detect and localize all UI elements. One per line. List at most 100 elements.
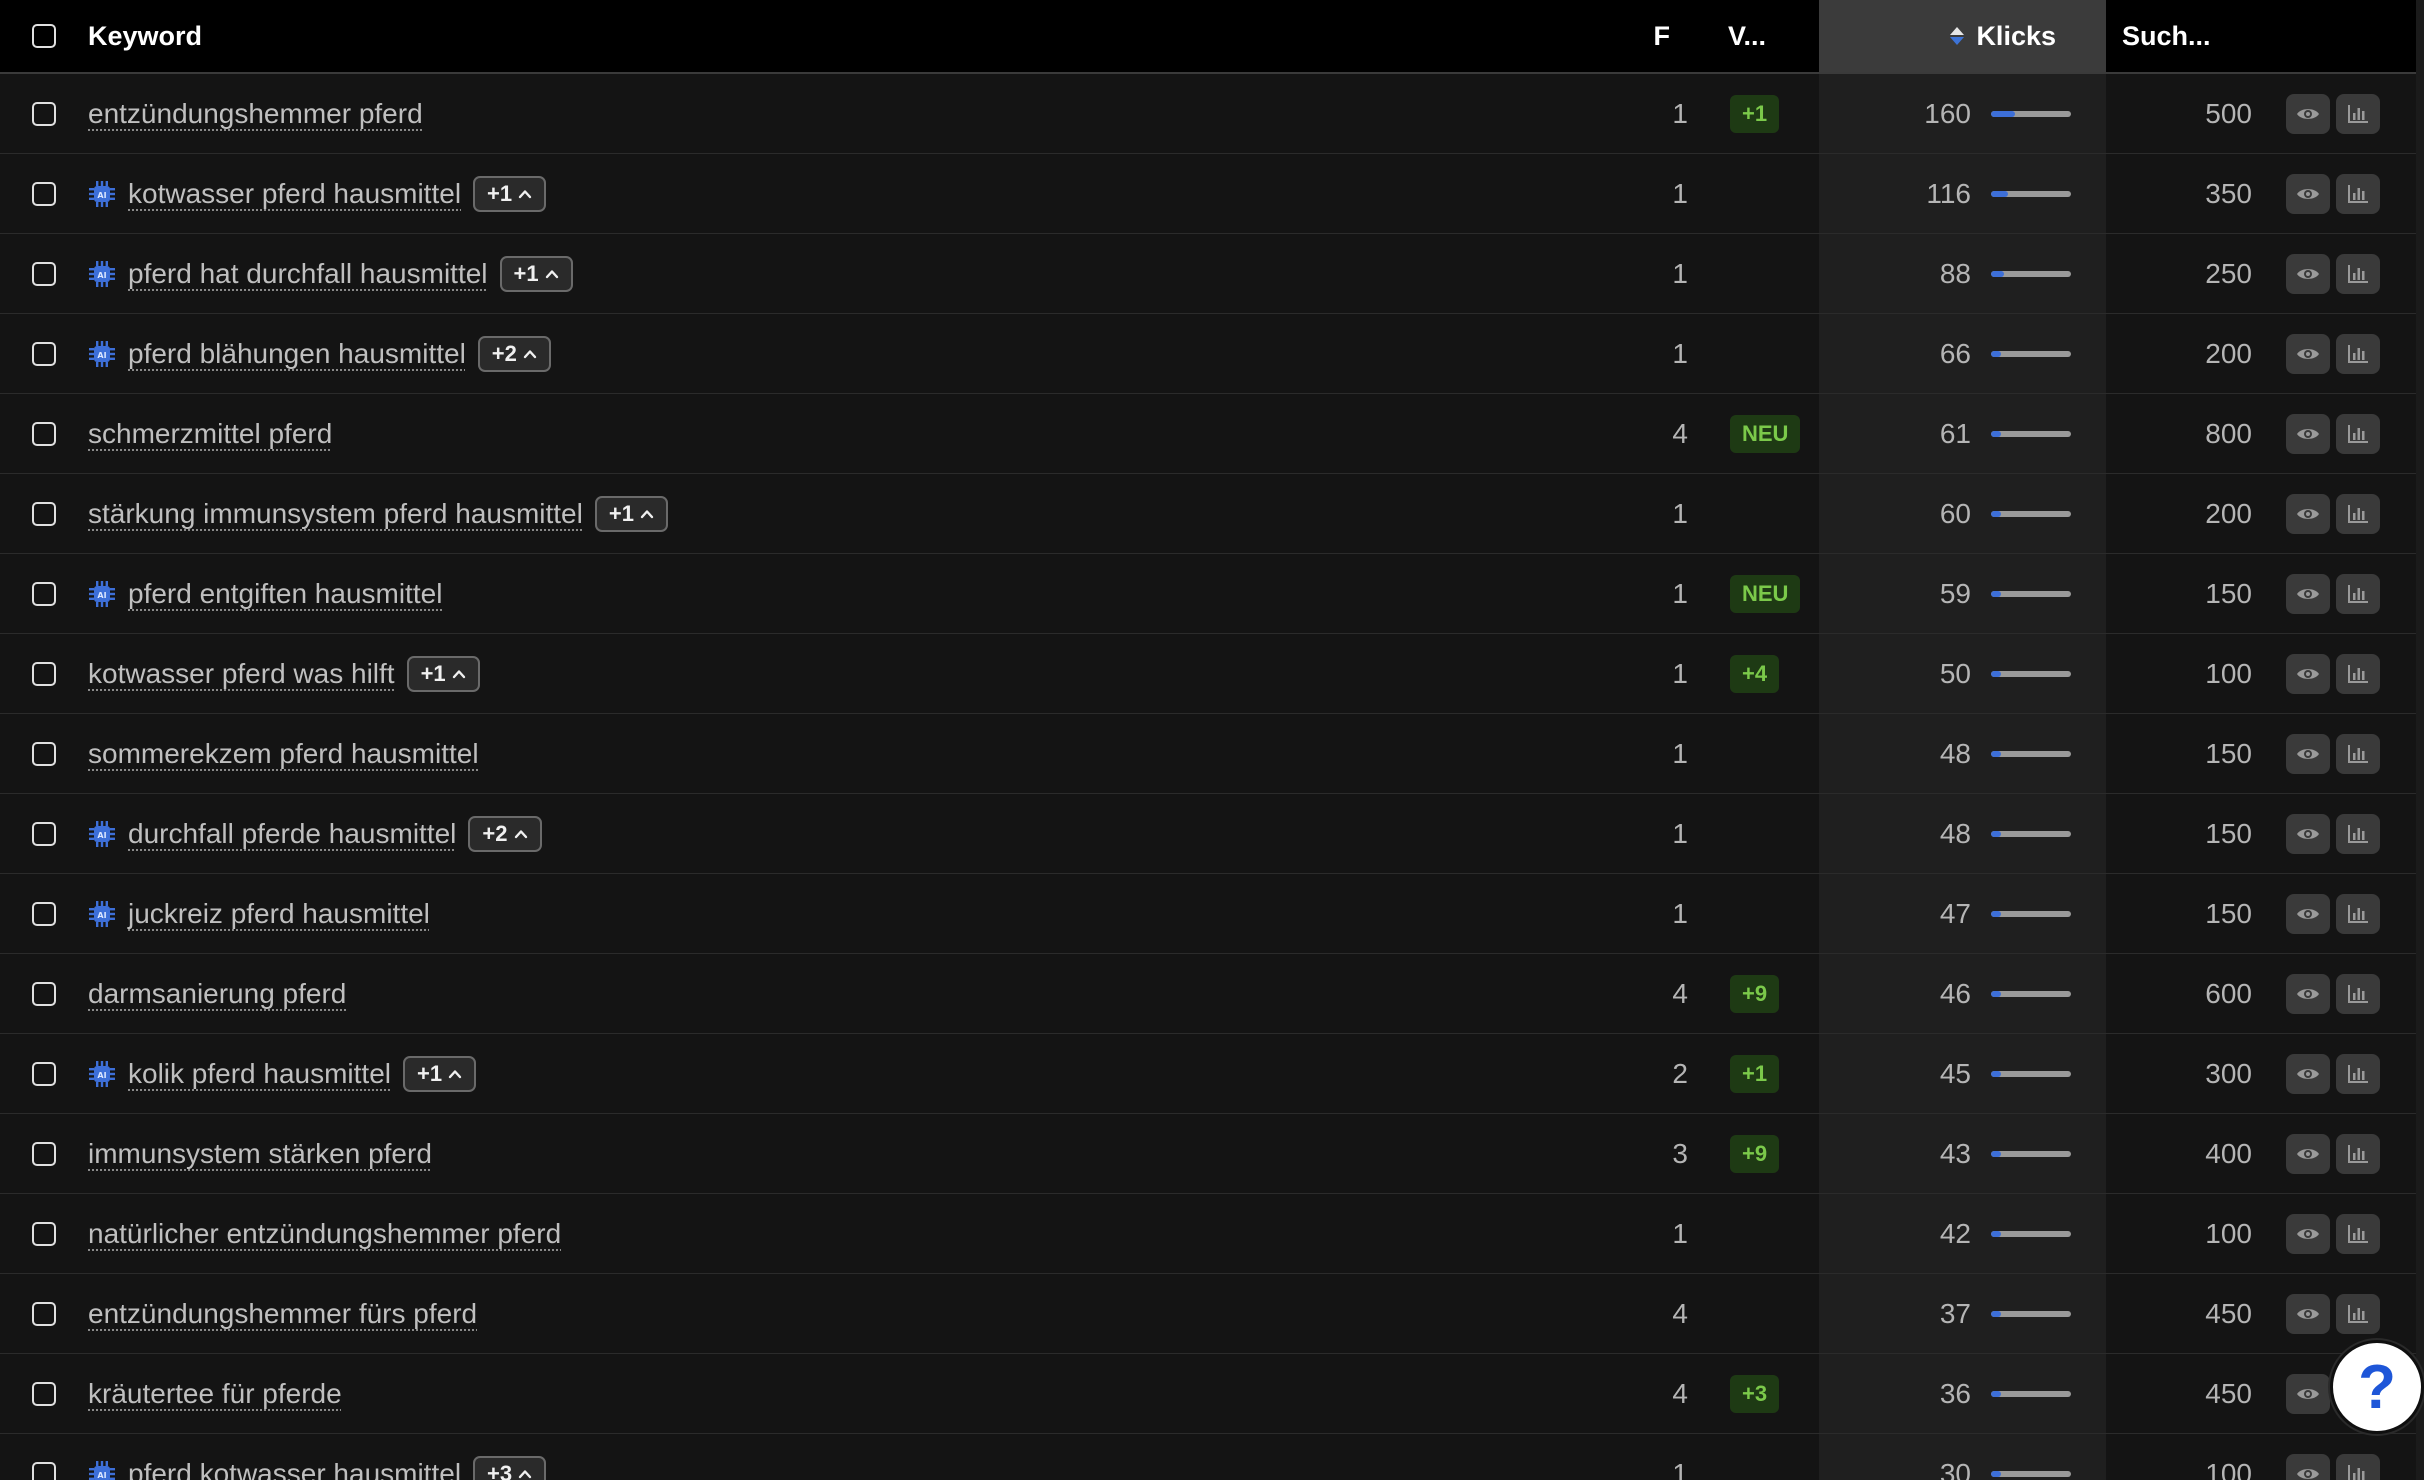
- keyword-link[interactable]: sommerekzem pferd hausmittel: [88, 738, 479, 770]
- table-row[interactable]: AI pferd entgiften hausmittel 1 NEU 59 1…: [0, 554, 2416, 634]
- table-row[interactable]: AI juckreiz pferd hausmittel 1 47 150: [0, 874, 2416, 954]
- header-klicks[interactable]: Klicks: [1819, 0, 2106, 72]
- show-chart-button[interactable]: [2336, 253, 2380, 294]
- keyword-link[interactable]: entzündungshemmer pferd: [88, 98, 423, 130]
- show-chart-button[interactable]: [2336, 413, 2380, 454]
- show-chart-button[interactable]: [2336, 573, 2380, 614]
- row-checkbox[interactable]: [32, 1461, 56, 1480]
- show-chart-button[interactable]: [2336, 813, 2380, 854]
- keyword-link[interactable]: stärkung immunsystem pferd hausmittel: [88, 498, 583, 530]
- table-row[interactable]: kotwasser pferd was hilft +1 1 +4 50 100: [0, 634, 2416, 714]
- row-checkbox[interactable]: [32, 821, 56, 846]
- show-chart-button[interactable]: [2336, 93, 2380, 134]
- keyword-link[interactable]: darmsanierung pferd: [88, 978, 346, 1010]
- keyword-link[interactable]: kräutertee für pferde: [88, 1378, 342, 1410]
- show-chart-button[interactable]: [2336, 1133, 2380, 1174]
- table-row[interactable]: immunsystem stärken pferd 3 +9 43 400: [0, 1114, 2416, 1194]
- show-chart-button[interactable]: [2336, 973, 2380, 1014]
- show-chart-button[interactable]: [2336, 733, 2380, 774]
- keyword-link[interactable]: kotwasser pferd was hilft: [88, 658, 395, 690]
- row-checkbox[interactable]: [32, 1141, 56, 1166]
- header-such[interactable]: Such...: [2106, 0, 2258, 72]
- table-row[interactable]: sommerekzem pferd hausmittel 1 48 150: [0, 714, 2416, 794]
- view-serp-button[interactable]: [2286, 1133, 2330, 1174]
- row-checkbox[interactable]: [32, 181, 56, 206]
- row-checkbox[interactable]: [32, 341, 56, 366]
- keyword-link[interactable]: pferd entgiften hausmittel: [128, 578, 442, 610]
- view-serp-button[interactable]: [2286, 1213, 2330, 1254]
- related-keywords-toggle[interactable]: +2: [477, 335, 551, 372]
- keyword-link[interactable]: immunsystem stärken pferd: [88, 1138, 432, 1170]
- table-row[interactable]: AI pferd kotwasser hausmittel +3 1 30 10…: [0, 1434, 2416, 1480]
- keyword-link[interactable]: juckreiz pferd hausmittel: [128, 898, 430, 930]
- view-serp-button[interactable]: [2286, 413, 2330, 454]
- table-row[interactable]: kräutertee für pferde 4 +3 36 450: [0, 1354, 2416, 1434]
- keyword-link[interactable]: pferd blähungen hausmittel: [128, 338, 466, 370]
- table-row[interactable]: AI pferd hat durchfall hausmittel +1 1 8…: [0, 234, 2416, 314]
- show-chart-button[interactable]: [2336, 893, 2380, 934]
- keyword-link[interactable]: pferd hat durchfall hausmittel: [128, 258, 488, 290]
- keyword-link[interactable]: durchfall pferde hausmittel: [128, 818, 456, 850]
- view-serp-button[interactable]: [2286, 333, 2330, 374]
- view-serp-button[interactable]: [2286, 1453, 2330, 1480]
- table-row[interactable]: entzündungshemmer fürs pferd 4 37 450: [0, 1274, 2416, 1354]
- view-serp-button[interactable]: [2286, 1373, 2330, 1414]
- show-chart-button[interactable]: [2336, 1293, 2380, 1334]
- view-serp-button[interactable]: [2286, 893, 2330, 934]
- keyword-link[interactable]: kotwasser pferd hausmittel: [128, 178, 461, 210]
- table-row[interactable]: AI kotwasser pferd hausmittel +1 1 116 3…: [0, 154, 2416, 234]
- show-chart-button[interactable]: [2336, 173, 2380, 214]
- related-keywords-toggle[interactable]: +1: [594, 495, 668, 532]
- keyword-link[interactable]: natürlicher entzündungshemmer pferd: [88, 1218, 561, 1250]
- view-serp-button[interactable]: [2286, 973, 2330, 1014]
- show-chart-button[interactable]: [2336, 333, 2380, 374]
- table-row[interactable]: stärkung immunsystem pferd hausmittel +1…: [0, 474, 2416, 554]
- help-button[interactable]: ?: [2330, 1340, 2424, 1434]
- row-checkbox[interactable]: [32, 981, 56, 1006]
- header-v[interactable]: V...: [1690, 0, 1819, 72]
- related-keywords-toggle[interactable]: +1: [406, 655, 480, 692]
- keyword-link[interactable]: schmerzmittel pferd: [88, 418, 332, 450]
- row-checkbox[interactable]: [32, 1221, 56, 1246]
- view-serp-button[interactable]: [2286, 493, 2330, 534]
- view-serp-button[interactable]: [2286, 813, 2330, 854]
- row-checkbox[interactable]: [32, 101, 56, 126]
- related-keywords-toggle[interactable]: +1: [499, 255, 573, 292]
- related-keywords-toggle[interactable]: +1: [403, 1055, 477, 1092]
- view-serp-button[interactable]: [2286, 173, 2330, 214]
- row-checkbox[interactable]: [32, 581, 56, 606]
- table-row[interactable]: darmsanierung pferd 4 +9 46 600: [0, 954, 2416, 1034]
- view-serp-button[interactable]: [2286, 733, 2330, 774]
- related-keywords-toggle[interactable]: +1: [473, 175, 547, 212]
- row-checkbox[interactable]: [32, 901, 56, 926]
- view-serp-button[interactable]: [2286, 93, 2330, 134]
- view-serp-button[interactable]: [2286, 1293, 2330, 1334]
- show-chart-button[interactable]: [2336, 653, 2380, 694]
- table-row[interactable]: natürlicher entzündungshemmer pferd 1 42…: [0, 1194, 2416, 1274]
- related-keywords-toggle[interactable]: +2: [468, 815, 542, 852]
- row-checkbox[interactable]: [32, 261, 56, 286]
- vertical-scrollbar[interactable]: [2416, 0, 2424, 1480]
- show-chart-button[interactable]: [2336, 1453, 2380, 1480]
- header-keyword[interactable]: Keyword: [88, 0, 1578, 72]
- row-checkbox[interactable]: [32, 1381, 56, 1406]
- keyword-link[interactable]: kolik pferd hausmittel: [128, 1058, 391, 1090]
- show-chart-button[interactable]: [2336, 1053, 2380, 1094]
- keyword-link[interactable]: entzündungshemmer fürs pferd: [88, 1298, 477, 1330]
- row-checkbox[interactable]: [32, 661, 56, 686]
- row-checkbox[interactable]: [32, 1301, 56, 1326]
- show-chart-button[interactable]: [2336, 493, 2380, 534]
- related-keywords-toggle[interactable]: +3: [473, 1455, 547, 1480]
- row-checkbox[interactable]: [32, 1061, 56, 1086]
- table-row[interactable]: AI pferd blähungen hausmittel +2 1 66 20…: [0, 314, 2416, 394]
- view-serp-button[interactable]: [2286, 573, 2330, 614]
- select-all-checkbox[interactable]: [32, 24, 56, 48]
- view-serp-button[interactable]: [2286, 653, 2330, 694]
- show-chart-button[interactable]: [2336, 1213, 2380, 1254]
- table-row[interactable]: AI durchfall pferde hausmittel +2 1 48 1…: [0, 794, 2416, 874]
- keyword-link[interactable]: pferd kotwasser hausmittel: [128, 1458, 461, 1480]
- view-serp-button[interactable]: [2286, 253, 2330, 294]
- table-row[interactable]: schmerzmittel pferd 4 NEU 61 800: [0, 394, 2416, 474]
- header-f[interactable]: F: [1578, 0, 1690, 72]
- table-row[interactable]: AI kolik pferd hausmittel +1 2 +1 45 300: [0, 1034, 2416, 1114]
